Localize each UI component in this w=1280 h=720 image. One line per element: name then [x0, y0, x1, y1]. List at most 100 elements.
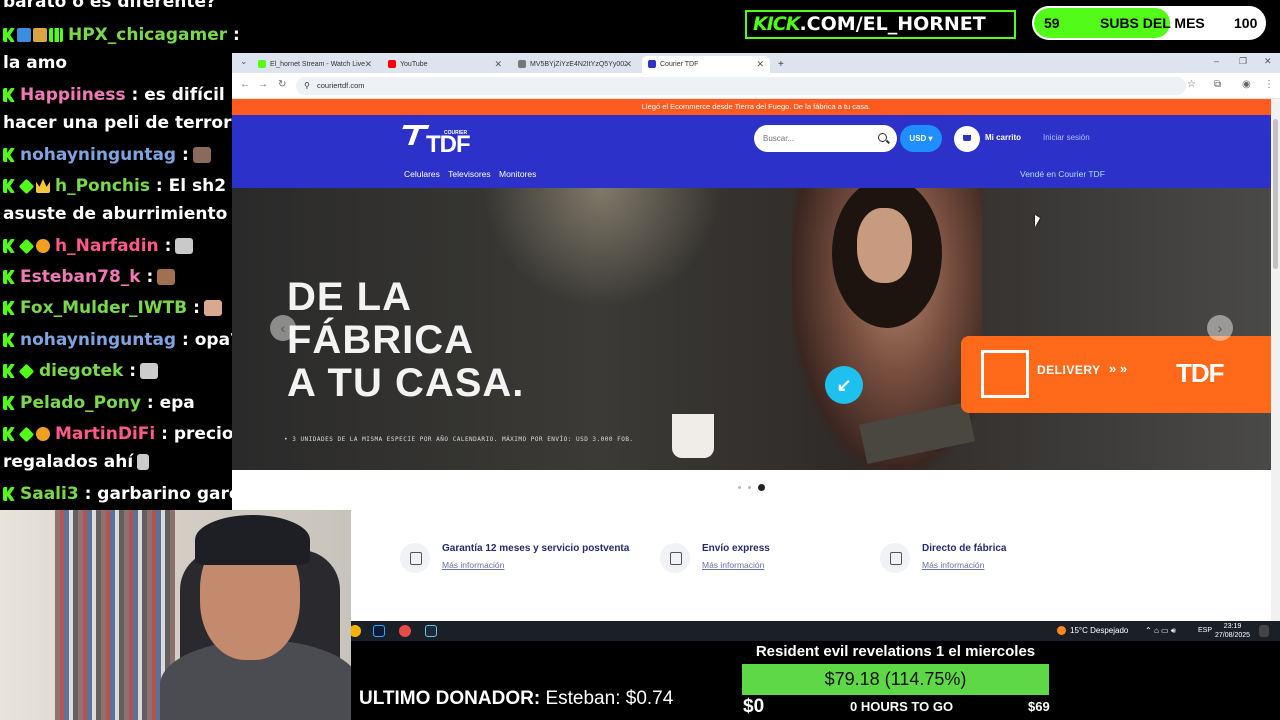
- tray-chevron-icon[interactable]: ⌃: [1145, 626, 1152, 635]
- forward-icon[interactable]: →: [258, 79, 268, 90]
- chat-username[interactable]: h_Narfadin: [55, 236, 159, 256]
- photoshop-icon[interactable]: [373, 625, 385, 637]
- chat-username[interactable]: Esteban78_k: [20, 267, 141, 287]
- search-icon[interactable]: [878, 133, 887, 142]
- tab-strip: El_hornet Stream - Watch Live ✕ YouTube ✕ …: [232, 53, 1280, 73]
- chevrons-icon: » »: [1109, 361, 1128, 376]
- close-tab-icon[interactable]: ✕: [364, 56, 372, 73]
- login-link[interactable]: Iniciar sesión: [1043, 133, 1090, 142]
- monitor-icon[interactable]: ▭: [1161, 626, 1169, 635]
- coffee-mug: [672, 414, 714, 458]
- chat-username[interactable]: Happiiness: [20, 85, 126, 105]
- chat-username[interactable]: h_Ponchis: [55, 176, 150, 196]
- nav-celulares[interactable]: Celulares: [404, 169, 440, 179]
- maximize-icon[interactable]: ❐: [1239, 56, 1247, 67]
- promo-banner: Llegó el Ecommerce desde Tierra del Fueg…: [232, 99, 1280, 115]
- cart-icon[interactable]: [954, 126, 980, 152]
- language-indicator[interactable]: ESP: [1198, 627, 1212, 634]
- nav-televisores[interactable]: Televisores: [448, 169, 491, 179]
- diamond-badge-icon: [18, 178, 35, 194]
- network-icon[interactable]: ⌂: [1154, 626, 1159, 635]
- volume-icon[interactable]: 🔊︎: [1171, 626, 1176, 635]
- taskbar-clock[interactable]: 23:19 27/08/2025: [1215, 622, 1250, 640]
- stream-chat: barato o es diferente? HPX_chicagamer : …: [0, 0, 262, 510]
- carousel-dot[interactable]: [738, 486, 741, 490]
- bookmark-star-icon[interactable]: ☆: [1187, 79, 1196, 90]
- carousel-prev-button[interactable]: ‹: [270, 315, 296, 341]
- back-icon[interactable]: ←: [240, 79, 250, 90]
- site-info-icon[interactable]: ⚲: [304, 77, 310, 95]
- new-tab-button[interactable]: +: [772, 56, 792, 73]
- tab-kick-stream[interactable]: El_hornet Stream - Watch Live ✕: [252, 56, 378, 73]
- chat-username[interactable]: MartinDiFi: [55, 424, 155, 444]
- tab-menu-icon[interactable]: ⌄: [240, 56, 248, 67]
- currency-selector[interactable]: USD ▾: [900, 125, 942, 152]
- carousel-dot-active[interactable]: [758, 484, 765, 492]
- subs-current: 59: [1044, 15, 1060, 31]
- chat-username[interactable]: nohayninguntag: [20, 145, 176, 165]
- kick-logo: KICK: [753, 13, 800, 35]
- tdf-favicon-icon: [648, 60, 656, 68]
- steam-icon[interactable]: [425, 625, 437, 637]
- menu-dots-icon[interactable]: ⋮: [1264, 79, 1274, 90]
- last-donor: ULTIMO DONADOR: Esteban: $0.74: [359, 688, 673, 710]
- package-icon: [981, 350, 1029, 398]
- tab-courier-tdf[interactable]: Courier TDF ✕: [642, 56, 770, 73]
- chat-text: :: [164, 236, 172, 256]
- chat-username[interactable]: Pelado_Pony: [20, 393, 141, 413]
- obs-icon[interactable]: [399, 625, 411, 637]
- delivery-brand: TDF: [1176, 358, 1225, 388]
- chat-username[interactable]: HPX_chicagamer: [68, 25, 227, 45]
- kick-badge-icon: [3, 179, 15, 193]
- kick-badge-icon: [3, 487, 15, 501]
- feature-title: Garantía 12 meses y servicio postventa: [442, 543, 630, 554]
- crown-badge-icon: [36, 179, 50, 193]
- extensions-icon[interactable]: ⧉: [1214, 79, 1221, 90]
- tdf-logo-mark-icon: [396, 125, 429, 145]
- tab-image[interactable]: MV5BYjZiYzE4N2ItYzQ5Yy00Z... ✕: [512, 56, 638, 73]
- close-tab-icon[interactable]: ✕: [624, 56, 632, 73]
- chat-username[interactable]: Saali3: [20, 484, 79, 504]
- chat-text: :: [129, 361, 137, 381]
- arrow-down-left-icon: ↙: [825, 366, 863, 404]
- kick-badge-icon: [3, 301, 15, 315]
- search-input[interactable]: [754, 125, 897, 152]
- url-field[interactable]: ⚲ couriertdf.com: [296, 77, 1186, 95]
- tab-youtube[interactable]: YouTube ✕: [382, 56, 508, 73]
- feature-more-link[interactable]: Más información: [442, 560, 504, 570]
- notifications-icon[interactable]: [1259, 625, 1269, 637]
- chat-username[interactable]: diegotek: [39, 361, 123, 381]
- subs-goal-bar: 59 SUBS DEL MES 100: [1032, 6, 1266, 40]
- page-scrollbar[interactable]: [1271, 99, 1280, 621]
- streamer-cap: [195, 515, 310, 565]
- chat-username[interactable]: nohayninguntag: [20, 330, 176, 350]
- chat-message: nohayninguntag : opa?: [3, 326, 261, 354]
- clock-time: 23:19: [1223, 623, 1242, 630]
- close-tab-icon[interactable]: ✕: [756, 56, 764, 73]
- profile-icon[interactable]: ◉: [1242, 79, 1251, 90]
- stream-screen: barato o es diferente? HPX_chicagamer : …: [0, 0, 1280, 720]
- donation-goal-bar: $79.18 (114.75%): [742, 664, 1049, 695]
- chat-text: :: [193, 298, 200, 318]
- carousel-dot[interactable]: [748, 486, 751, 490]
- reload-icon[interactable]: ↻: [278, 79, 286, 90]
- subs-label: SUBS DEL MES: [1100, 15, 1205, 31]
- chat-top-fragment: barato o es diferente?: [3, 0, 216, 12]
- weather-widget[interactable]: 15°C Despejado: [1057, 626, 1128, 636]
- logo-text: TDF: [426, 131, 471, 158]
- nav-monitores[interactable]: Monitores: [499, 169, 536, 179]
- chat-message: Esteban78_k :: [3, 263, 261, 291]
- minimize-icon[interactable]: –: [1214, 56, 1219, 66]
- close-tab-icon[interactable]: ✕: [494, 56, 502, 73]
- bars-badge-icon: [49, 28, 63, 42]
- scroll-thumb[interactable]: [1273, 119, 1278, 269]
- chat-message: Pelado_Pony : epa: [3, 389, 261, 417]
- close-window-icon[interactable]: ✕: [1264, 56, 1272, 67]
- feature-more-link[interactable]: Más información: [922, 560, 984, 570]
- cart-link[interactable]: Mi carrito: [985, 133, 1021, 142]
- chat-message: h_Ponchis : El sh2 te asuste de aburrimi…: [3, 172, 261, 228]
- chat-username[interactable]: Fox_Mulder_IWTB: [20, 298, 187, 318]
- carousel-next-button[interactable]: ›: [1207, 315, 1233, 341]
- sell-link[interactable]: Vendé en Courier TDF: [1020, 169, 1105, 179]
- feature-more-link[interactable]: Más información: [702, 560, 764, 570]
